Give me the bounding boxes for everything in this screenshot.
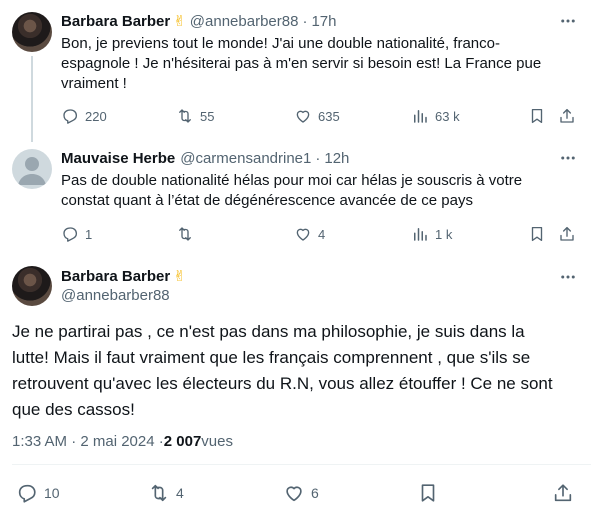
views-count: 2 007 (163, 432, 202, 450)
retweet-button[interactable]: 4 (148, 481, 184, 505)
reply-button[interactable]: 220 (61, 106, 107, 126)
views-icon (414, 110, 427, 123)
reply-icon (63, 227, 78, 242)
tweet-meta: 1:33 AM · 2 mai 2024 · 2 007 vues (12, 431, 233, 451)
views-count: 1 k (435, 226, 453, 242)
share-button[interactable] (552, 481, 574, 505)
retweet-count: 4 (176, 485, 184, 501)
like-button[interactable]: 6 (283, 481, 319, 505)
bookmark-button[interactable] (417, 481, 439, 505)
main-tweet: Barbara Barber ✌ @annebarber88 Je ne par… (0, 257, 603, 517)
views-label: vues (201, 432, 233, 450)
like-icon (296, 110, 310, 123)
like-count: 6 (311, 485, 319, 501)
separator-dot: · (315, 149, 321, 167)
like-count: 4 (318, 226, 326, 242)
retweet-icon (179, 227, 191, 241)
retweet-button[interactable] (176, 224, 200, 244)
avatar[interactable] (12, 12, 52, 52)
timestamp[interactable]: 17h (311, 13, 336, 30)
share-icon (560, 226, 574, 241)
retweet-icon (179, 109, 191, 123)
tweet-text: Pas de double nationalité hélas pour moi… (61, 172, 523, 209)
author-handle[interactable]: @carmensandrine1 (180, 150, 311, 167)
more-icon[interactable] (559, 149, 577, 167)
default-avatar-icon (18, 157, 46, 185)
more-icon[interactable] (559, 268, 577, 286)
author-name[interactable]: Barbara Barber (61, 268, 170, 285)
bookmark-icon (531, 226, 543, 242)
reply-button[interactable]: 10 (16, 481, 60, 505)
share-button[interactable] (558, 106, 576, 126)
author-name[interactable]: Mauvaise Herbe (61, 150, 175, 167)
separator-dot: · (302, 12, 308, 30)
views-count: 63 k (435, 108, 460, 124)
bookmark-icon (421, 484, 435, 502)
timestamp[interactable]: 1:33 AM · 2 mai 2024 · (12, 433, 164, 450)
tweet-header: Barbara Barber ✌ @annebarber88 (61, 266, 190, 307)
author-handle[interactable]: @annebarber88 (190, 13, 299, 30)
tweet-text: Je ne partirai pas , ce n'est pas dans m… (12, 322, 553, 419)
views-icon (414, 228, 427, 241)
divider (12, 464, 591, 465)
tweet-2[interactable]: Mauvaise Herbe @carmensandrine1 · 12h Pa… (0, 140, 603, 257)
reply-count: 220 (85, 108, 107, 124)
avatar[interactable] (12, 266, 52, 306)
retweet-count: 55 (200, 108, 215, 124)
reply-count: 1 (85, 226, 93, 242)
reply-icon (63, 109, 78, 124)
like-button[interactable]: 635 (294, 106, 340, 126)
share-icon (554, 484, 572, 502)
action-bar: 1 4 1 k (61, 224, 581, 244)
reply-button[interactable]: 1 (61, 224, 92, 244)
like-icon (286, 486, 302, 502)
tweet-header: Mauvaise Herbe @carmensandrine1 · 12h (61, 148, 349, 168)
bookmark-button[interactable] (528, 106, 546, 126)
avatar[interactable] (12, 149, 52, 189)
victory-emoji: ✌ (173, 13, 186, 30)
reply-icon (18, 484, 36, 503)
thread-line (31, 56, 33, 142)
retweet-button[interactable]: 55 (176, 106, 214, 126)
timestamp[interactable]: 12h (324, 150, 349, 167)
tweet-1[interactable]: Barbara Barber ✌ @annebarber88 · 17h Bon… (0, 0, 603, 142)
like-icon (296, 228, 310, 241)
retweet-icon (151, 484, 167, 502)
victory-emoji: ✌ (173, 268, 186, 285)
like-button[interactable]: 4 (294, 224, 325, 244)
views-button[interactable]: 1 k (411, 224, 452, 244)
author-name[interactable]: Barbara Barber (61, 13, 170, 30)
share-button[interactable] (558, 224, 576, 244)
tweet-header: Barbara Barber ✌ @annebarber88 · 17h (61, 11, 336, 31)
bookmark-icon (531, 108, 543, 124)
reply-count: 10 (44, 485, 60, 501)
author-handle[interactable]: @annebarber88 (61, 287, 190, 307)
views-button[interactable]: 63 k (411, 106, 460, 126)
bookmark-button[interactable] (528, 224, 546, 244)
more-icon[interactable] (559, 12, 577, 30)
share-icon (560, 108, 574, 123)
like-count: 635 (318, 108, 340, 124)
action-bar: 10 4 6 (12, 481, 592, 505)
action-bar: 220 55 635 63 k (61, 106, 581, 126)
tweet-text: Bon, je previens tout le monde! J'ai une… (61, 35, 542, 92)
